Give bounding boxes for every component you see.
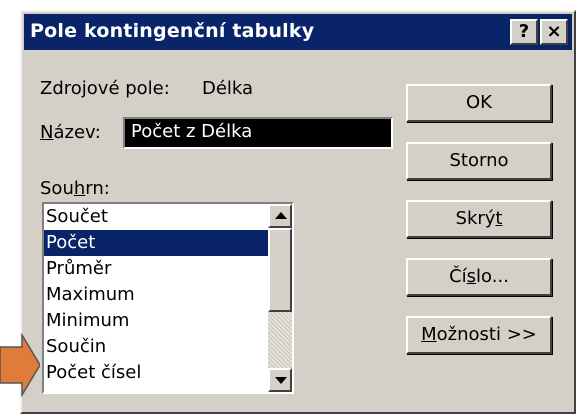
cancel-button[interactable]: Storno <box>406 142 552 180</box>
summary-items: Součet Počet Průměr Maximum Minimum Souč… <box>44 204 268 386</box>
source-field-value: Délka <box>202 78 254 99</box>
summary-label-mnemonic: h <box>73 178 86 199</box>
dialog-title: Pole kontingenční tabulky <box>30 20 315 42</box>
list-item-max[interactable]: Maximum <box>44 282 268 308</box>
arrow-up-icon <box>275 212 287 219</box>
arrow-down-icon <box>275 377 287 384</box>
options-button-mnemonic: M <box>421 324 437 345</box>
name-label-mnemonic: N <box>40 122 54 143</box>
name-input[interactable]: Počet z Délka <box>123 117 393 149</box>
scroll-up-button[interactable] <box>268 204 292 228</box>
summary-listbox[interactable]: Součet Počet Průměr Maximum Minimum Souč… <box>42 202 294 394</box>
summary-label: Souhrn: <box>40 178 110 199</box>
summary-label-end: rn: <box>85 178 110 199</box>
options-button[interactable]: Možnosti >> <box>406 316 552 354</box>
ok-button[interactable]: OK <box>406 84 552 122</box>
number-format-button[interactable]: Číslo... <box>406 258 552 296</box>
hide-button-mnemonic: t <box>495 208 503 229</box>
title-bar[interactable]: Pole kontingenční tabulky ? × <box>24 14 572 50</box>
number-button-mnemonic: s <box>466 266 477 287</box>
list-item-average[interactable]: Průměr <box>44 256 268 282</box>
options-button-text: ožnosti >> <box>436 324 537 345</box>
pointer-arrow-icon <box>0 333 40 397</box>
list-item-count[interactable]: Počet <box>44 230 268 256</box>
pivot-field-dialog: Pole kontingenční tabulky ? × Zdrojové p… <box>20 10 576 414</box>
list-item-sum[interactable]: Součet <box>44 204 268 230</box>
summary-label-start: Sou <box>40 178 74 199</box>
number-button-end: lo... <box>476 266 509 287</box>
listbox-scrollbar[interactable] <box>268 204 292 392</box>
list-item-count-numbers[interactable]: Počet čísel <box>44 360 268 386</box>
hide-button-text: Skrý <box>455 208 496 229</box>
help-button[interactable]: ? <box>510 19 538 45</box>
number-button-start: Čí <box>449 266 467 287</box>
list-item-min[interactable]: Minimum <box>44 308 268 334</box>
scroll-down-button[interactable] <box>268 368 292 392</box>
scroll-thumb[interactable] <box>268 228 292 312</box>
hide-button[interactable]: Skrýt <box>406 200 552 238</box>
source-field-label: Zdrojové pole: <box>40 78 170 99</box>
name-label-text: ázev: <box>53 122 101 143</box>
pointer-arrow-shape <box>0 333 40 397</box>
list-item-product[interactable]: Součin <box>44 334 268 360</box>
name-label: Název: <box>40 122 101 143</box>
close-button[interactable]: × <box>540 19 568 45</box>
